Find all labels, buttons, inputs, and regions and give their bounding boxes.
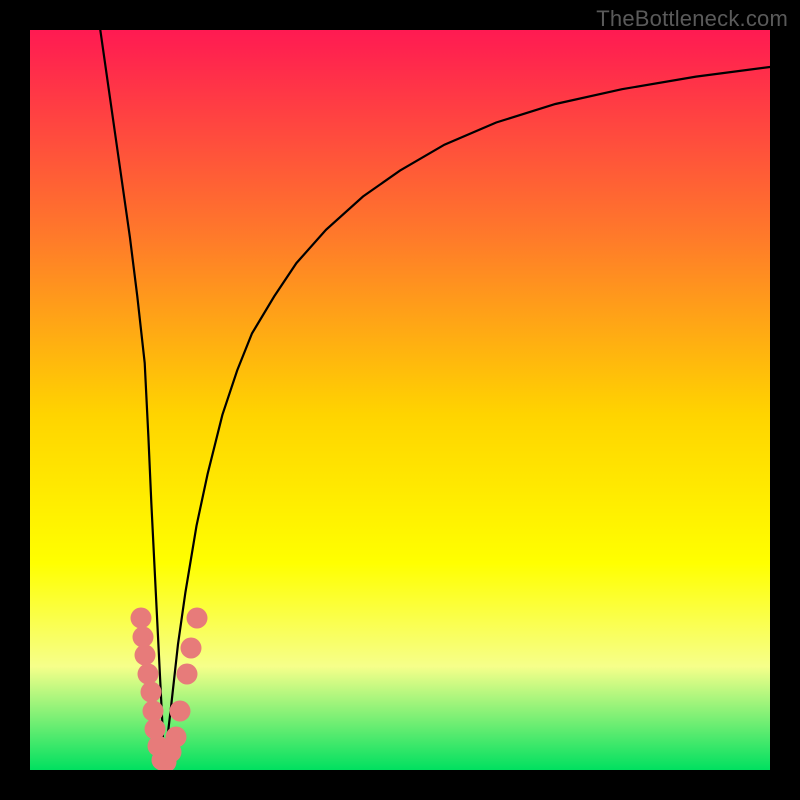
data-marker bbox=[186, 608, 207, 629]
chart-frame: TheBottleneck.com bbox=[0, 0, 800, 800]
data-marker bbox=[181, 637, 202, 658]
curve-right-branch bbox=[164, 67, 770, 766]
plot-area bbox=[30, 30, 770, 770]
data-marker bbox=[165, 726, 186, 747]
data-marker bbox=[170, 700, 191, 721]
data-marker bbox=[176, 663, 197, 684]
watermark-text: TheBottleneck.com bbox=[596, 6, 788, 32]
